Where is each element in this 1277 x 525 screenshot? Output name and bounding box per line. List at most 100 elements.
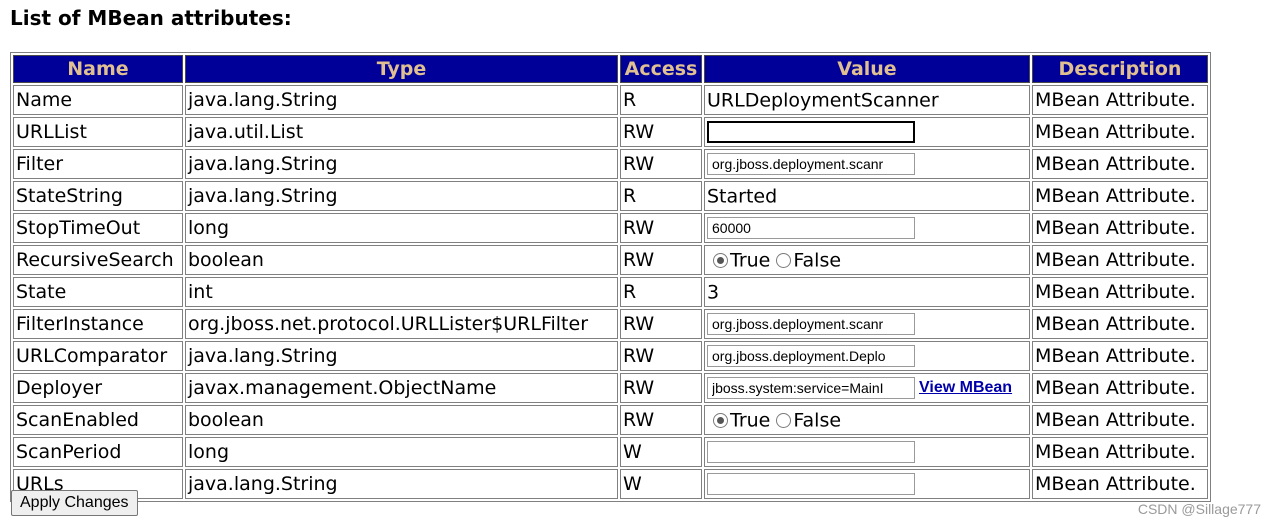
attribute-name: Name [13,85,183,115]
attribute-value-cell [704,341,1030,371]
radio-false[interactable] [776,412,792,428]
attribute-description: MBean Attribute. [1032,373,1208,403]
attribute-name: RecursiveSearch [13,245,183,275]
table-row: Filterjava.lang.StringRW MBean Attribute. [13,149,1208,179]
attribute-value-cell: URLDeploymentScanner [704,85,1030,115]
attribute-value-cell [704,469,1030,499]
table-row: ScanEnabled boolean RW True False MBean Attri… [13,405,1208,435]
attribute-access: RW [620,405,702,435]
attribute-name: StopTimeOut [13,213,183,243]
radio-true[interactable] [713,252,728,268]
attribute-type: java.lang.String [185,149,618,179]
attribute-description: MBean Attribute. [1032,277,1208,307]
attribute-access: R [620,277,702,307]
page-title: List of MBean attributes: [10,6,292,30]
col-header-value: Value [704,55,1030,83]
attribute-name: FilterInstance [13,309,183,339]
attribute-value-cell [704,149,1030,179]
attribute-value-cell [704,117,1030,147]
attribute-value-input[interactable] [707,377,915,400]
attribute-value: URLDeploymentScanner [707,89,939,112]
attribute-access: RW [620,309,702,339]
attribute-description: MBean Attribute. [1032,437,1208,467]
table-header-row: Name Type Access Value Description [13,55,1208,83]
attribute-type: java.lang.String [185,85,618,115]
attribute-type: long [185,213,618,243]
table-row: StopTimeOutlongRW MBean Attribute. [13,213,1208,243]
attribute-name: State [13,277,183,307]
attribute-access: RW [620,341,702,371]
attribute-access: W [620,437,702,467]
attribute-name: Filter [13,149,183,179]
apply-changes-button[interactable]: Apply Changes [11,490,138,516]
col-header-type: Type [185,55,618,83]
attribute-name: URLList [13,117,183,147]
attribute-value: 3 [707,281,720,304]
attribute-access: R [620,85,702,115]
col-header-description: Description [1032,55,1208,83]
attribute-name: StateString [13,181,183,211]
attribute-name: Deployer [13,373,183,403]
attribute-access: RW [620,245,702,275]
table-row: URLListjava.util.ListRW MBean Attribute. [13,117,1208,147]
table-row: Deployerjavax.management.ObjectNameRW Vie… [13,373,1208,403]
table-row: URLs java.lang.String W MBean Attribute. [13,469,1208,499]
attribute-access: RW [620,149,702,179]
attribute-type: boolean [185,405,618,435]
attribute-value-cell: Started [704,181,1030,211]
attribute-type: java.lang.String [185,181,618,211]
col-header-name: Name [13,55,183,83]
attribute-name: URLComparator [13,341,183,371]
attribute-access: RW [620,117,702,147]
attribute-type: long [185,437,618,467]
attribute-type: java.lang.String [185,469,618,499]
attribute-access: W [620,469,702,499]
attribute-description: MBean Attribute. [1032,341,1208,371]
attribute-value-input[interactable] [707,345,915,368]
attribute-description: MBean Attribute. [1032,309,1208,339]
table-row: State int R 3 MBean Attribute. [13,277,1208,307]
col-header-access: Access [620,55,702,83]
attribute-name: ScanEnabled [13,405,183,435]
attribute-name: ScanPeriod [13,437,183,467]
radio-false-label: False [793,409,842,432]
attribute-type: org.jboss.net.protocol.URLLister$URLFilt… [185,309,618,339]
radio-false-label: False [793,249,842,272]
attribute-value-input[interactable] [707,217,915,240]
attribute-description: MBean Attribute. [1032,213,1208,243]
attribute-value-input[interactable] [707,313,915,336]
attribute-description: MBean Attribute. [1032,117,1208,147]
attribute-type: java.lang.String [185,341,618,371]
attribute-value-input[interactable] [707,153,915,176]
attribute-value-cell [704,309,1030,339]
watermark: CSDN @Sillage777 [1137,501,1261,517]
table-row: Name java.lang.String R URLDeploymentScanne… [13,85,1208,115]
view-mbean-link[interactable]: View MBean [919,379,1012,396]
table-row: ScanPeriod long W MBean Attribute. [13,437,1208,467]
attribute-value-cell: View MBean [704,373,1030,403]
table-row: FilterInstance org.jboss.net.protocol.URL… [13,309,1208,339]
attribute-description: MBean Attribute. [1032,469,1208,499]
attribute-type: javax.management.ObjectName [185,373,618,403]
attribute-value-input[interactable] [707,441,915,464]
attribute-access: RW [620,373,702,403]
attribute-type: int [185,277,618,307]
attribute-access: R [620,181,702,211]
attribute-value-cell: True False [704,245,1030,275]
table-row: URLComparatorjava.lang.StringRW MBean Att… [13,341,1208,371]
mbean-attributes-table: Name Type Access Value Description Name j… [10,52,1211,502]
attribute-access: RW [620,213,702,243]
attribute-value: Started [707,185,778,208]
attribute-description: MBean Attribute. [1032,181,1208,211]
attribute-value-cell [704,437,1030,467]
radio-true-label: True [730,249,771,272]
table-row: StateString java.lang.String R Started MBean… [13,181,1208,211]
radio-false[interactable] [776,252,792,268]
attribute-value-input[interactable] [707,121,915,144]
radio-true[interactable] [713,412,728,428]
attribute-description: MBean Attribute. [1032,85,1208,115]
attribute-value-cell [704,213,1030,243]
attribute-value-cell: True False [704,405,1030,435]
attribute-value-input[interactable] [707,473,915,496]
attribute-type: boolean [185,245,618,275]
